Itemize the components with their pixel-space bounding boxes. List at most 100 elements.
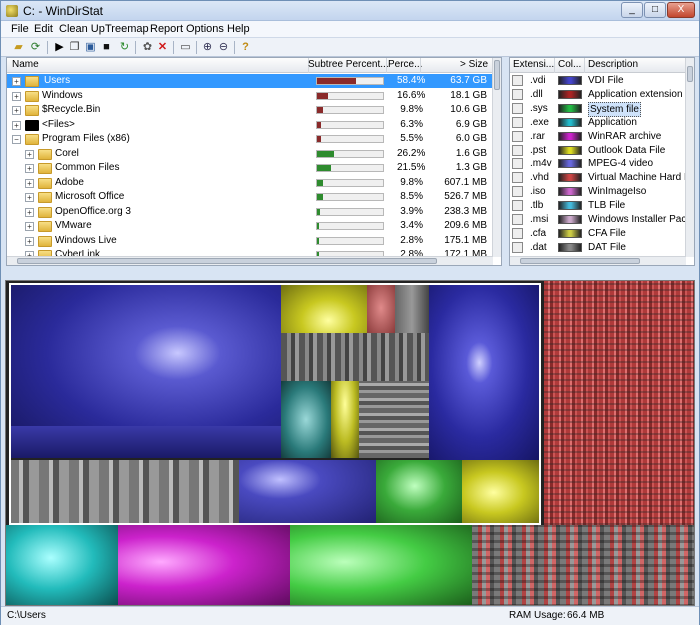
directory-tree[interactable]: Name Subtree Percent... Perce... > Size … [6, 57, 502, 266]
delete-icon[interactable]: ✕ [155, 40, 170, 54]
ext-horizontal-scrollbar[interactable] [510, 256, 686, 265]
expand-toggle-icon[interactable]: + [25, 164, 34, 173]
extension-row[interactable]: .msi Windows Installer Packag [510, 213, 694, 227]
subtree-percent-fill [317, 223, 320, 229]
tree-row[interactable]: + <Files> 6.3% 6.9 GB [7, 118, 493, 133]
clean-icon[interactable]: ✿ [140, 40, 155, 54]
explorer-icon[interactable]: ▣ [83, 40, 98, 54]
extension-description: MPEG-4 video [588, 158, 654, 170]
menu-options[interactable]: Options [186, 23, 224, 35]
extension-row[interactable]: .vdi VDI File [510, 74, 686, 88]
col-subtree[interactable]: Subtree Percent... [308, 59, 389, 70]
tree-row[interactable]: + VMware 3.4% 209.6 MB [7, 219, 493, 234]
col-description[interactable]: Description [588, 59, 638, 70]
refresh-icon[interactable]: ⟳ [28, 40, 43, 54]
tree-vertical-scrollbar[interactable] [492, 58, 501, 257]
menu-edit[interactable]: Edit [34, 23, 53, 35]
col-color[interactable]: Col... [558, 59, 581, 70]
ext-vertical-scrollbar[interactable] [685, 58, 694, 257]
extension-row[interactable]: .dll Application extension [510, 88, 686, 102]
menu-bar: File Edit Clean Up Treemap Report Option… [1, 21, 699, 38]
extension-row[interactable]: .dat DAT File [510, 241, 686, 255]
scroll-thumb[interactable] [494, 60, 500, 90]
col-size[interactable]: > Size [460, 59, 488, 70]
expand-toggle-icon[interactable]: + [12, 120, 21, 130]
maximize-button[interactable]: □ [644, 2, 666, 18]
tree-row[interactable]: + Windows Live 2.8% 175.1 MB [7, 234, 493, 249]
col-name[interactable]: Name [12, 59, 39, 70]
expand-toggle-icon[interactable]: + [12, 77, 21, 86]
extension-row[interactable]: .tlb TLB File [510, 199, 686, 213]
status-path: C:\Users [7, 610, 46, 621]
tree-row[interactable]: + OpenOffice.org 3 3.9% 238.3 MB [7, 205, 493, 220]
tree-row[interactable]: + Common Files 21.5% 1.3 GB [7, 161, 493, 176]
extension-row[interactable]: .m4v MPEG-4 video [510, 157, 686, 171]
extension-row[interactable]: .iso WinImageIso [510, 185, 686, 199]
scroll-thumb[interactable] [520, 258, 640, 264]
play-icon[interactable]: ▶ [52, 40, 67, 54]
size-value: 209.6 MB [444, 220, 487, 231]
copy-icon[interactable]: ❐ [67, 40, 82, 54]
expand-toggle-icon[interactable]: − [12, 135, 21, 144]
menu-treemap[interactable]: Treemap [105, 23, 149, 35]
title-bar[interactable]: C: - WinDirStat _ □ X [1, 1, 699, 21]
percent-value: 16.6% [397, 89, 426, 101]
expand-toggle-icon[interactable]: + [25, 236, 34, 246]
extension-row[interactable]: .exe Application [510, 116, 686, 130]
tree-row[interactable]: + Windows 16.6% 18.1 GB [7, 89, 493, 104]
menu-cleanup[interactable]: Clean Up [59, 23, 105, 35]
close-button[interactable]: X [667, 2, 695, 18]
cmd-icon[interactable]: ■ [99, 40, 114, 54]
file-type-icon [512, 200, 523, 212]
folder-icon[interactable]: ▭ [178, 40, 193, 54]
extension-row[interactable]: .rar WinRAR archive [510, 130, 686, 144]
size-value: 238.3 MB [444, 205, 487, 217]
tree-horizontal-scrollbar[interactable] [7, 256, 493, 265]
expand-toggle-icon[interactable]: + [12, 106, 21, 115]
files-icon [25, 119, 39, 131]
scroll-thumb[interactable] [17, 258, 437, 264]
size-value: 10.6 GB [450, 104, 487, 115]
tree-row[interactable]: + Microsoft Office 8.5% 526.7 MB [7, 190, 493, 205]
expand-toggle-icon[interactable]: + [25, 178, 34, 188]
zoom-in-icon[interactable]: ⊕ [200, 40, 215, 54]
folder-icon [25, 134, 39, 145]
extension-row[interactable]: .cfa CFA File [510, 227, 686, 241]
tree-header: Name Subtree Percent... Perce... > Size [7, 58, 493, 73]
reload-icon[interactable]: ↻ [117, 40, 132, 54]
tree-row[interactable]: + Adobe 9.8% 607.1 MB [7, 176, 493, 191]
scroll-thumb[interactable] [687, 66, 693, 82]
extension-row[interactable]: .pst Outlook Data File [510, 144, 686, 158]
menu-report[interactable]: Report [150, 23, 183, 35]
extension-row[interactable]: .sys System file [510, 101, 686, 117]
minimize-button[interactable]: _ [621, 2, 643, 18]
subtree-percent-bar [316, 91, 384, 100]
tree-row[interactable]: + $Recycle.Bin 9.8% 10.6 GB [7, 103, 493, 118]
treemap-block[interactable] [290, 525, 472, 605]
col-percent[interactable]: Perce... [388, 59, 422, 70]
treemap-block[interactable] [118, 525, 290, 605]
extension-list[interactable]: Extensi... Col... Description .vdi VDI Fi… [509, 57, 695, 266]
extension-description: VDI File [588, 75, 624, 86]
file-type-icon [512, 102, 523, 114]
expand-toggle-icon[interactable]: + [25, 193, 34, 202]
menu-file[interactable]: File [11, 23, 29, 35]
window-title: C: - WinDirStat [23, 4, 104, 18]
help-icon[interactable]: ? [238, 40, 253, 54]
col-extension[interactable]: Extensi... [513, 59, 554, 70]
expand-toggle-icon[interactable]: + [25, 207, 34, 217]
extension-name: .vdi [530, 75, 546, 86]
treemap-block[interactable] [6, 525, 118, 605]
expand-toggle-icon[interactable]: + [25, 149, 34, 159]
open-icon[interactable]: ▰ [11, 40, 26, 54]
extension-row[interactable]: .vhd Virtual Machine Hard Dri [510, 171, 694, 185]
menu-help[interactable]: Help [227, 23, 250, 35]
zoom-out-icon[interactable]: ⊖ [216, 40, 231, 54]
tree-row[interactable]: + Users 58.4% 63.7 GB [7, 74, 493, 89]
treemap[interactable] [5, 280, 695, 606]
tree-row[interactable]: + Corel 26.2% 1.6 GB [7, 147, 493, 162]
expand-toggle-icon[interactable]: + [12, 91, 21, 101]
tree-item-name: Windows Live [55, 234, 117, 246]
tree-row[interactable]: − Program Files (x86) 5.5% 6.0 GB [7, 132, 493, 147]
expand-toggle-icon[interactable]: + [25, 222, 34, 231]
